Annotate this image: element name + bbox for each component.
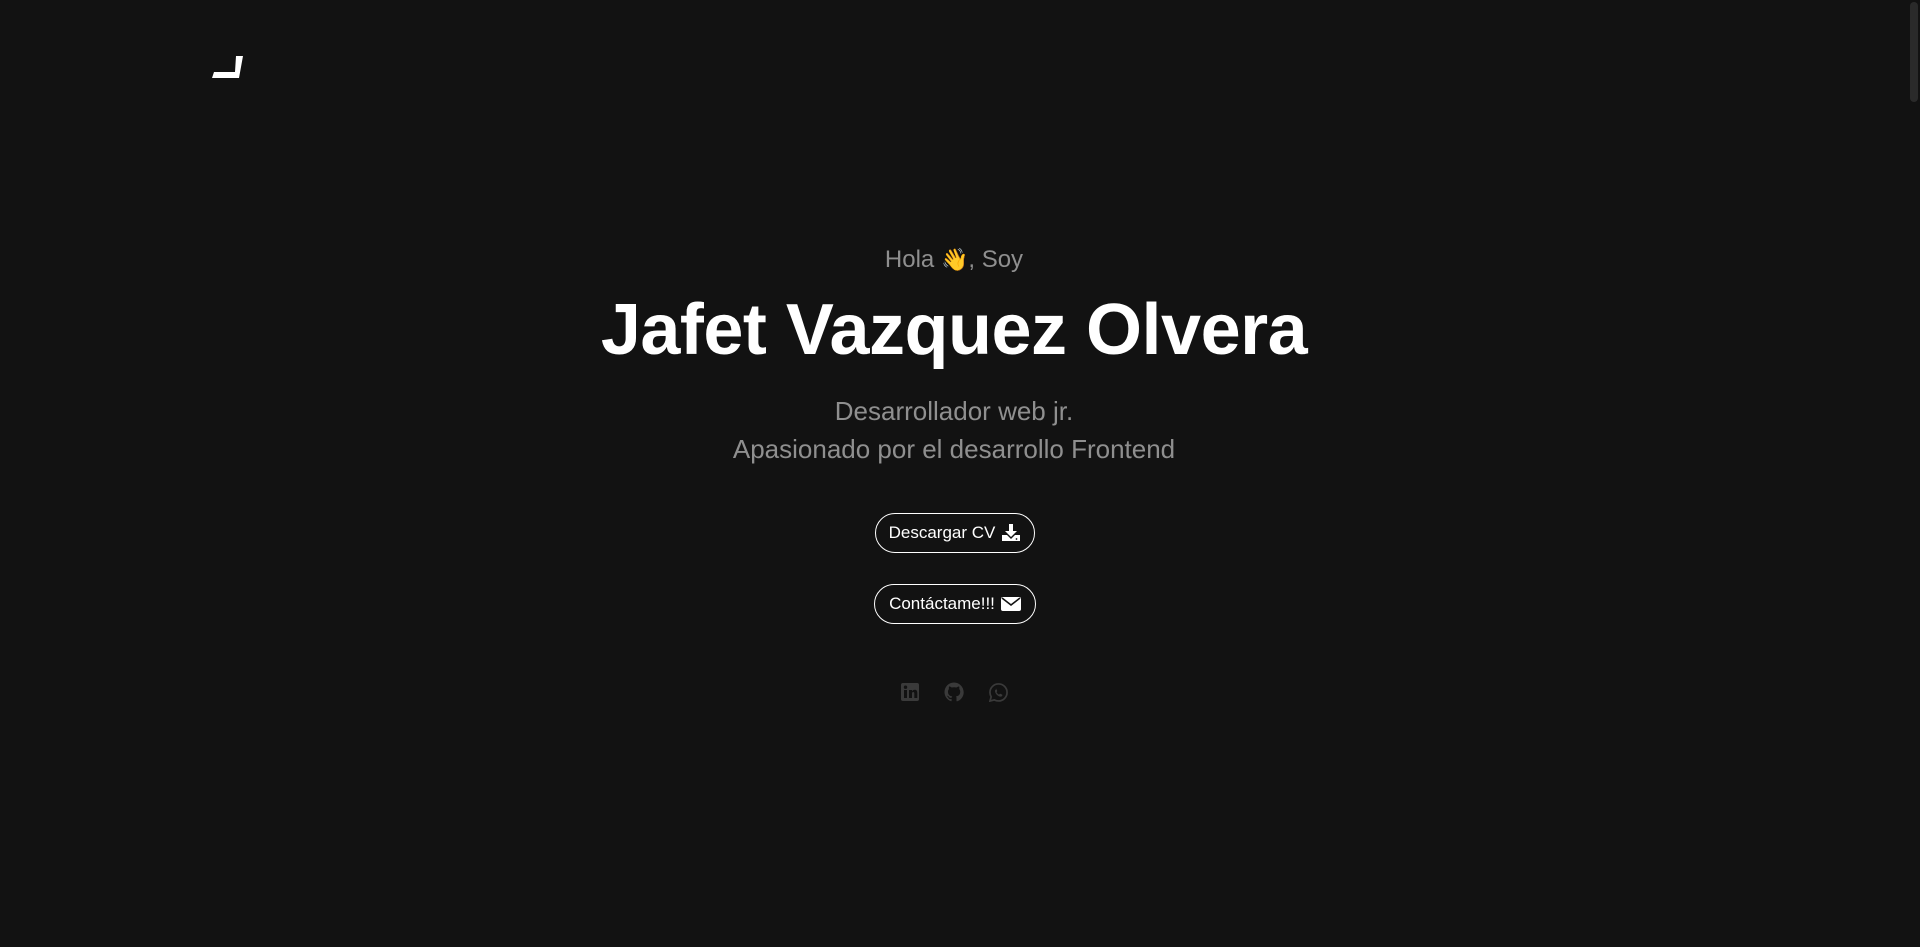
- scrollbar[interactable]: [1908, 0, 1920, 947]
- page: Hola 👋, Soy Jafet Vazquez Olvera Desarro…: [0, 0, 1920, 947]
- greeting: Hola 👋, Soy: [0, 244, 1908, 276]
- contact-label: Contáctame!!!: [889, 594, 995, 613]
- waving-hand-icon: 👋: [940, 247, 969, 272]
- envelope-icon: [1000, 596, 1021, 612]
- role-text: Desarrollador web jr.: [834, 396, 1074, 426]
- scrollbar-thumb[interactable]: [1910, 2, 1918, 102]
- greeting-prefix: Hola: [884, 246, 935, 273]
- greeting-suffix: , Soy: [968, 246, 1024, 273]
- logo-icon[interactable]: [212, 56, 252, 86]
- contact-button[interactable]: Contáctame!!!: [874, 584, 1036, 624]
- download-icon: [1001, 524, 1021, 542]
- github-icon[interactable]: [944, 682, 964, 702]
- linkedin-icon[interactable]: [900, 682, 920, 702]
- social-links: [0, 682, 1908, 702]
- page-title: Jafet Vazquez Olvera: [600, 290, 1308, 370]
- whatsapp-icon[interactable]: [988, 682, 1008, 702]
- download-cv-label: Descargar CV: [888, 523, 996, 542]
- tagline-text: Apasionado por el desarrollo Frontend: [732, 434, 1176, 464]
- download-cv-button[interactable]: Descargar CV: [875, 513, 1035, 553]
